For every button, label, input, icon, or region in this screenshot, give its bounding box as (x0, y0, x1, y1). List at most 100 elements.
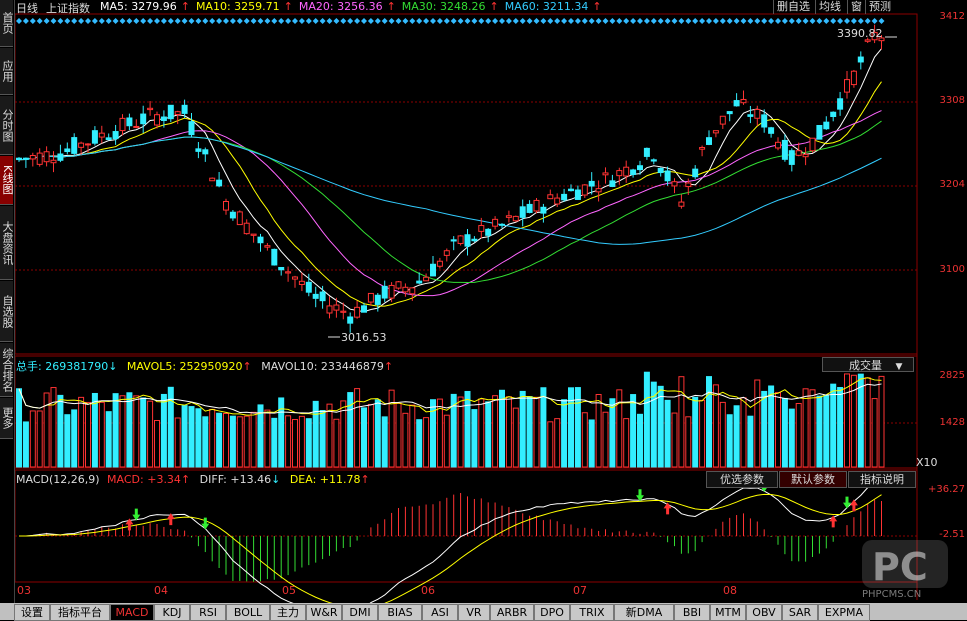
candle-body[interactable] (50, 159, 57, 164)
volume-bar[interactable] (809, 389, 816, 468)
volume-bar[interactable] (533, 396, 540, 468)
event-diamond[interactable] (602, 18, 609, 24)
header-button[interactable]: 窗 (847, 0, 865, 14)
event-diamond[interactable] (71, 18, 78, 24)
volume-bar[interactable] (830, 383, 837, 468)
volume-bar[interactable] (285, 415, 292, 468)
volume-bar[interactable] (298, 415, 305, 468)
sidebar-tab[interactable]: 大盘资讯 (0, 206, 14, 280)
candle-body[interactable] (457, 235, 464, 244)
indicator-tab[interactable]: OBV (746, 604, 782, 621)
volume-bar[interactable] (505, 396, 512, 468)
candle-body[interactable] (416, 280, 423, 284)
event-diamond[interactable] (367, 18, 374, 24)
event-diamond[interactable] (305, 18, 312, 24)
candle-body[interactable] (43, 151, 50, 163)
volume-bar[interactable] (64, 414, 71, 468)
event-diamond[interactable] (361, 18, 367, 24)
event-diamond[interactable] (340, 18, 347, 24)
candle-body[interactable] (133, 125, 140, 128)
candle-body[interactable] (450, 239, 457, 242)
volume-bar[interactable] (209, 408, 216, 468)
candle-body[interactable] (712, 130, 719, 134)
volume-bar[interactable] (664, 399, 671, 468)
header-button[interactable]: 均线 (815, 0, 844, 14)
candle-body[interactable] (526, 203, 533, 213)
event-diamond[interactable] (733, 18, 740, 24)
event-diamond[interactable] (809, 18, 816, 24)
indicator-tab[interactable]: EXPMA (818, 604, 870, 621)
candle-body[interactable] (354, 306, 361, 318)
volume-bar[interactable] (91, 392, 98, 468)
volume-bar[interactable] (305, 418, 312, 468)
event-diamond[interactable] (216, 18, 223, 24)
volume-bar[interactable] (374, 399, 381, 468)
event-diamond[interactable] (671, 18, 678, 24)
volume-bar[interactable] (816, 395, 823, 468)
candle-body[interactable] (326, 305, 333, 314)
candle-body[interactable] (126, 117, 133, 127)
event-diamond[interactable] (147, 18, 154, 24)
volume-bar[interactable] (609, 398, 616, 468)
event-diamond[interactable] (167, 18, 174, 24)
sidebar-tab[interactable]: 更多 (0, 398, 14, 439)
volume-bar[interactable] (595, 393, 602, 468)
indicator-tab[interactable]: W&R (306, 604, 342, 621)
event-diamond[interactable] (202, 18, 209, 24)
volume-bar[interactable] (326, 403, 333, 468)
candle-body[interactable] (512, 215, 519, 222)
event-diamond[interactable] (574, 18, 581, 24)
candle-body[interactable] (664, 170, 671, 182)
event-diamond[interactable] (795, 18, 802, 24)
candle-body[interactable] (229, 211, 236, 219)
event-diamond[interactable] (264, 18, 271, 24)
indicator-tab[interactable]: 新DMA (614, 604, 674, 621)
candle-body[interactable] (630, 169, 637, 175)
volume-bar[interactable] (485, 401, 492, 468)
event-diamond[interactable] (788, 18, 795, 24)
default-params-button[interactable]: 默认参数 (779, 471, 847, 488)
candle-body[interactable] (430, 263, 436, 277)
candle-body[interactable] (726, 111, 733, 115)
volume-bar[interactable] (775, 392, 781, 468)
candle-body[interactable] (561, 193, 568, 201)
event-diamond[interactable] (57, 18, 64, 24)
volume-bar[interactable] (216, 412, 223, 468)
volume-bar[interactable] (657, 385, 664, 468)
sidebar-tab[interactable]: 应用 (0, 48, 14, 95)
event-diamond[interactable] (878, 18, 885, 24)
event-diamond[interactable] (271, 18, 278, 24)
indicator-tab[interactable]: DMI (342, 604, 378, 621)
candle-body[interactable] (595, 188, 602, 193)
event-diamond[interactable] (319, 18, 326, 24)
candle-body[interactable] (167, 104, 174, 120)
event-diamond[interactable] (160, 18, 167, 24)
candle-body[interactable] (478, 225, 485, 232)
candle-body[interactable] (22, 157, 29, 160)
event-diamond[interactable] (554, 18, 561, 24)
candle-body[interactable] (188, 121, 195, 136)
volume-bar[interactable] (430, 399, 436, 468)
candle-body[interactable] (547, 194, 554, 200)
event-diamond[interactable] (236, 18, 243, 24)
candle-body[interactable] (257, 236, 264, 244)
candle-body[interactable] (250, 233, 257, 236)
candle-body[interactable] (788, 150, 795, 165)
volume-bar[interactable] (160, 393, 167, 468)
event-diamond[interactable] (402, 18, 409, 24)
volume-bar[interactable] (637, 413, 643, 468)
volume-bar[interactable] (181, 405, 188, 468)
sidebar-tab[interactable]: 综合排名 (0, 343, 14, 397)
event-diamond[interactable] (837, 18, 844, 24)
volume-bar[interactable] (588, 419, 595, 468)
event-diamond[interactable] (802, 18, 809, 24)
volume-bar[interactable] (561, 399, 568, 468)
event-diamond[interactable] (119, 18, 126, 24)
volume-bar[interactable] (602, 411, 609, 468)
candle-body[interactable] (347, 316, 354, 324)
candle-body[interactable] (319, 291, 326, 302)
event-diamond[interactable] (678, 18, 685, 24)
candle-body[interactable] (98, 132, 105, 138)
candle-body[interactable] (409, 287, 416, 295)
candle-body[interactable] (754, 108, 761, 119)
